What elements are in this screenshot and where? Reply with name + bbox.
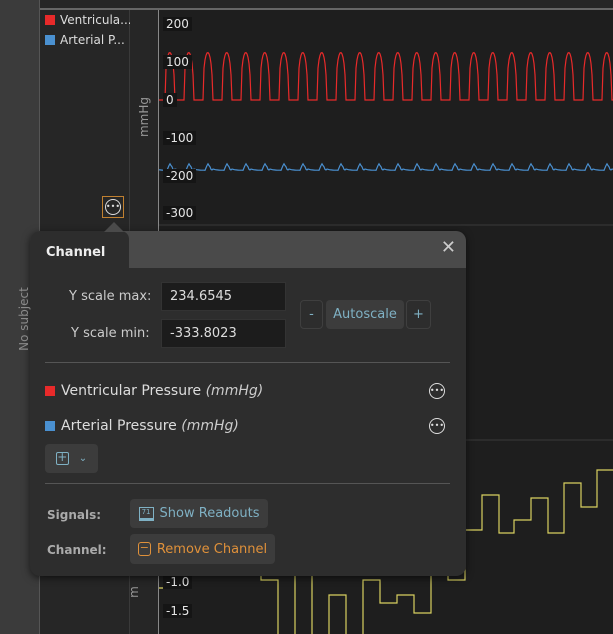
tab-channel[interactable]: Channel xyxy=(30,231,129,268)
ymax-input[interactable]: 234.6545 xyxy=(161,282,286,311)
ymin-label: Y scale min: xyxy=(71,326,150,341)
y-tick: -1.5 xyxy=(163,604,193,618)
signal-unit: (mmHg) xyxy=(181,418,239,434)
popup-pointer xyxy=(104,222,124,232)
channel-popup: Channel ✕ Y scale max: 234.6545 Y scale … xyxy=(30,231,466,576)
signal-name: Ventricular Pressure xyxy=(61,383,202,399)
scale-increase-button[interactable]: + xyxy=(406,300,431,329)
ymax-label: Y scale max: xyxy=(69,289,152,304)
plus-box-icon: + xyxy=(55,450,69,465)
color-swatch xyxy=(45,35,55,45)
y-tick: -1.0 xyxy=(163,575,193,589)
signal-options-icon[interactable]: ••• xyxy=(429,383,445,399)
remove-channel-label: Remove Channel xyxy=(156,541,268,557)
signal-row-arterial[interactable]: Arterial Pressure (mmHg) ••• xyxy=(45,418,445,434)
arterial-trace xyxy=(159,162,613,171)
no-subject-label: No subject xyxy=(17,287,31,351)
signal-name: Arterial Pressure xyxy=(61,418,177,434)
signals-label: Signals: xyxy=(47,508,102,522)
minus-box-icon: − xyxy=(137,541,151,556)
divider xyxy=(45,362,450,363)
channel-options-button[interactable]: ••• xyxy=(102,196,124,218)
show-readouts-button[interactable]: 71 Show Readouts xyxy=(130,499,268,528)
more-icon: ••• xyxy=(105,199,121,215)
y-axis-unit-bottom: m xyxy=(126,586,141,598)
chevron-down-icon: ⌄ xyxy=(78,453,88,464)
close-icon[interactable]: ✕ xyxy=(441,237,456,258)
y-tick: 100 xyxy=(163,55,192,69)
show-readouts-label: Show Readouts xyxy=(159,506,260,521)
y-tick: 200 xyxy=(163,17,192,31)
legend-label: Arterial P... xyxy=(60,33,125,47)
autoscale-button[interactable]: Autoscale xyxy=(326,300,404,329)
color-swatch xyxy=(45,386,55,396)
y-tick: -300 xyxy=(163,206,197,220)
color-swatch xyxy=(45,421,55,431)
divider xyxy=(45,483,450,484)
ventricular-trace xyxy=(159,51,613,101)
signal-unit: (mmHg) xyxy=(205,383,264,399)
scale-decrease-button[interactable]: - xyxy=(300,300,323,329)
remove-channel-button[interactable]: − Remove Channel xyxy=(130,534,275,564)
ymin-input[interactable]: -333.8023 xyxy=(161,319,286,348)
channel-label: Channel: xyxy=(47,543,107,557)
signal-row-ventricular[interactable]: Ventricular Pressure (mmHg) ••• xyxy=(45,383,445,399)
legend-item-arterial[interactable]: Arterial P... xyxy=(45,33,125,47)
color-swatch xyxy=(45,15,55,25)
legend-label: Ventricula... xyxy=(60,13,132,27)
y-tick: -200 xyxy=(163,169,197,183)
add-signal-dropdown[interactable]: + ⌄ xyxy=(45,444,98,473)
y-tick: -100 xyxy=(163,131,197,145)
y-tick: 0 xyxy=(163,93,177,107)
popup-header: Channel ✕ xyxy=(30,231,466,268)
signal-options-icon[interactable]: ••• xyxy=(429,418,445,434)
legend-item-ventricular[interactable]: Ventricula... xyxy=(45,13,132,27)
y-axis-unit: mmHg xyxy=(137,96,152,138)
readout-icon: 71 xyxy=(138,506,154,521)
time-ruler xyxy=(40,0,613,10)
